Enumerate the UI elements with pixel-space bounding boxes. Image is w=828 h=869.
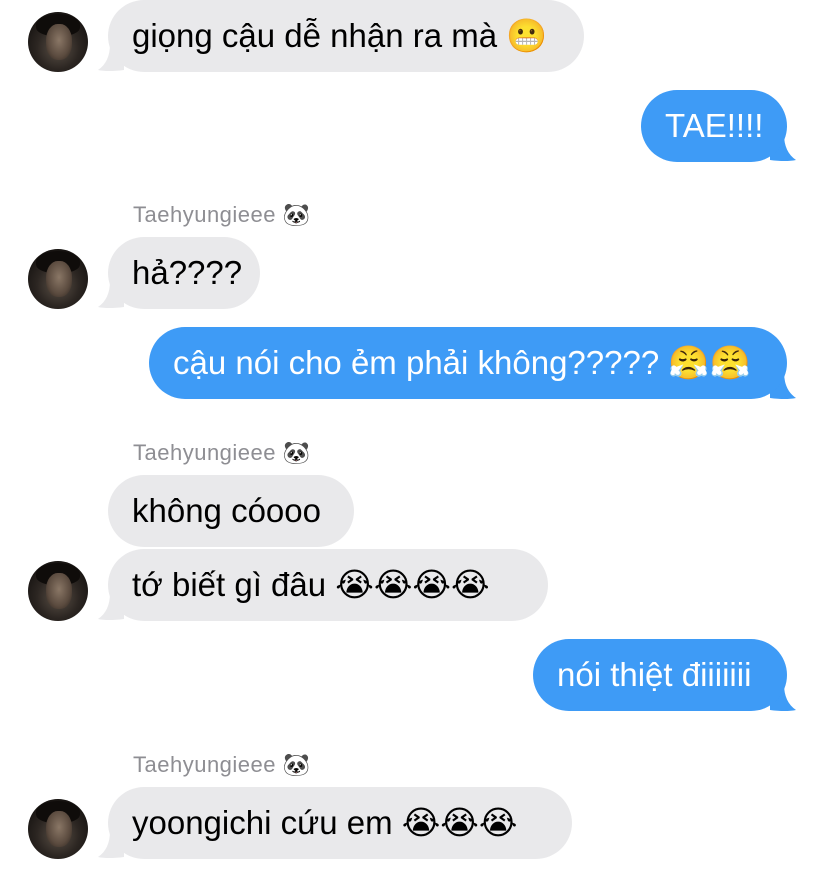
message-text: hả???? — [132, 254, 243, 291]
message-text: TAE!!!! — [665, 107, 764, 144]
message-bubble-incoming[interactable]: giọng cậu dễ nhận ra mà 😬 — [108, 0, 584, 72]
sender-name: Taehyungieee 🐼 — [133, 202, 311, 227]
message-text: cậu nói cho ẻm phải không????? 😤😤 — [173, 344, 751, 381]
avatar[interactable] — [28, 799, 88, 859]
avatar[interactable] — [28, 561, 88, 621]
message-text: tớ biết gì đâu 😭😭😭😭 — [132, 566, 490, 603]
message-text: không cóooo — [132, 492, 321, 529]
avatar[interactable] — [28, 12, 88, 72]
message-text: giọng cậu dễ nhận ra mà 😬 — [132, 17, 548, 54]
avatar[interactable] — [28, 249, 88, 309]
message-text: yoongichi cứu em 😭😭😭 — [132, 804, 518, 841]
message-bubble-incoming[interactable]: hả???? — [108, 237, 260, 309]
message-bubble-outgoing[interactable]: cậu nói cho ẻm phải không????? 😤😤 — [149, 327, 787, 399]
message-bubble-incoming[interactable]: yoongichi cứu em 😭😭😭 — [108, 787, 572, 859]
sender-name: Taehyungieee 🐼 — [133, 440, 311, 465]
message-bubble-outgoing[interactable]: TAE!!!! — [641, 90, 787, 162]
message-bubble-incoming[interactable]: tớ biết gì đâu 😭😭😭😭 — [108, 549, 548, 621]
sender-name: Taehyungieee 🐼 — [133, 752, 311, 777]
message-bubble-incoming[interactable]: không cóooo — [108, 475, 354, 547]
message-bubble-outgoing[interactable]: nói thiệt điiiiiii — [533, 639, 787, 711]
message-text: nói thiệt điiiiiii — [557, 656, 752, 693]
